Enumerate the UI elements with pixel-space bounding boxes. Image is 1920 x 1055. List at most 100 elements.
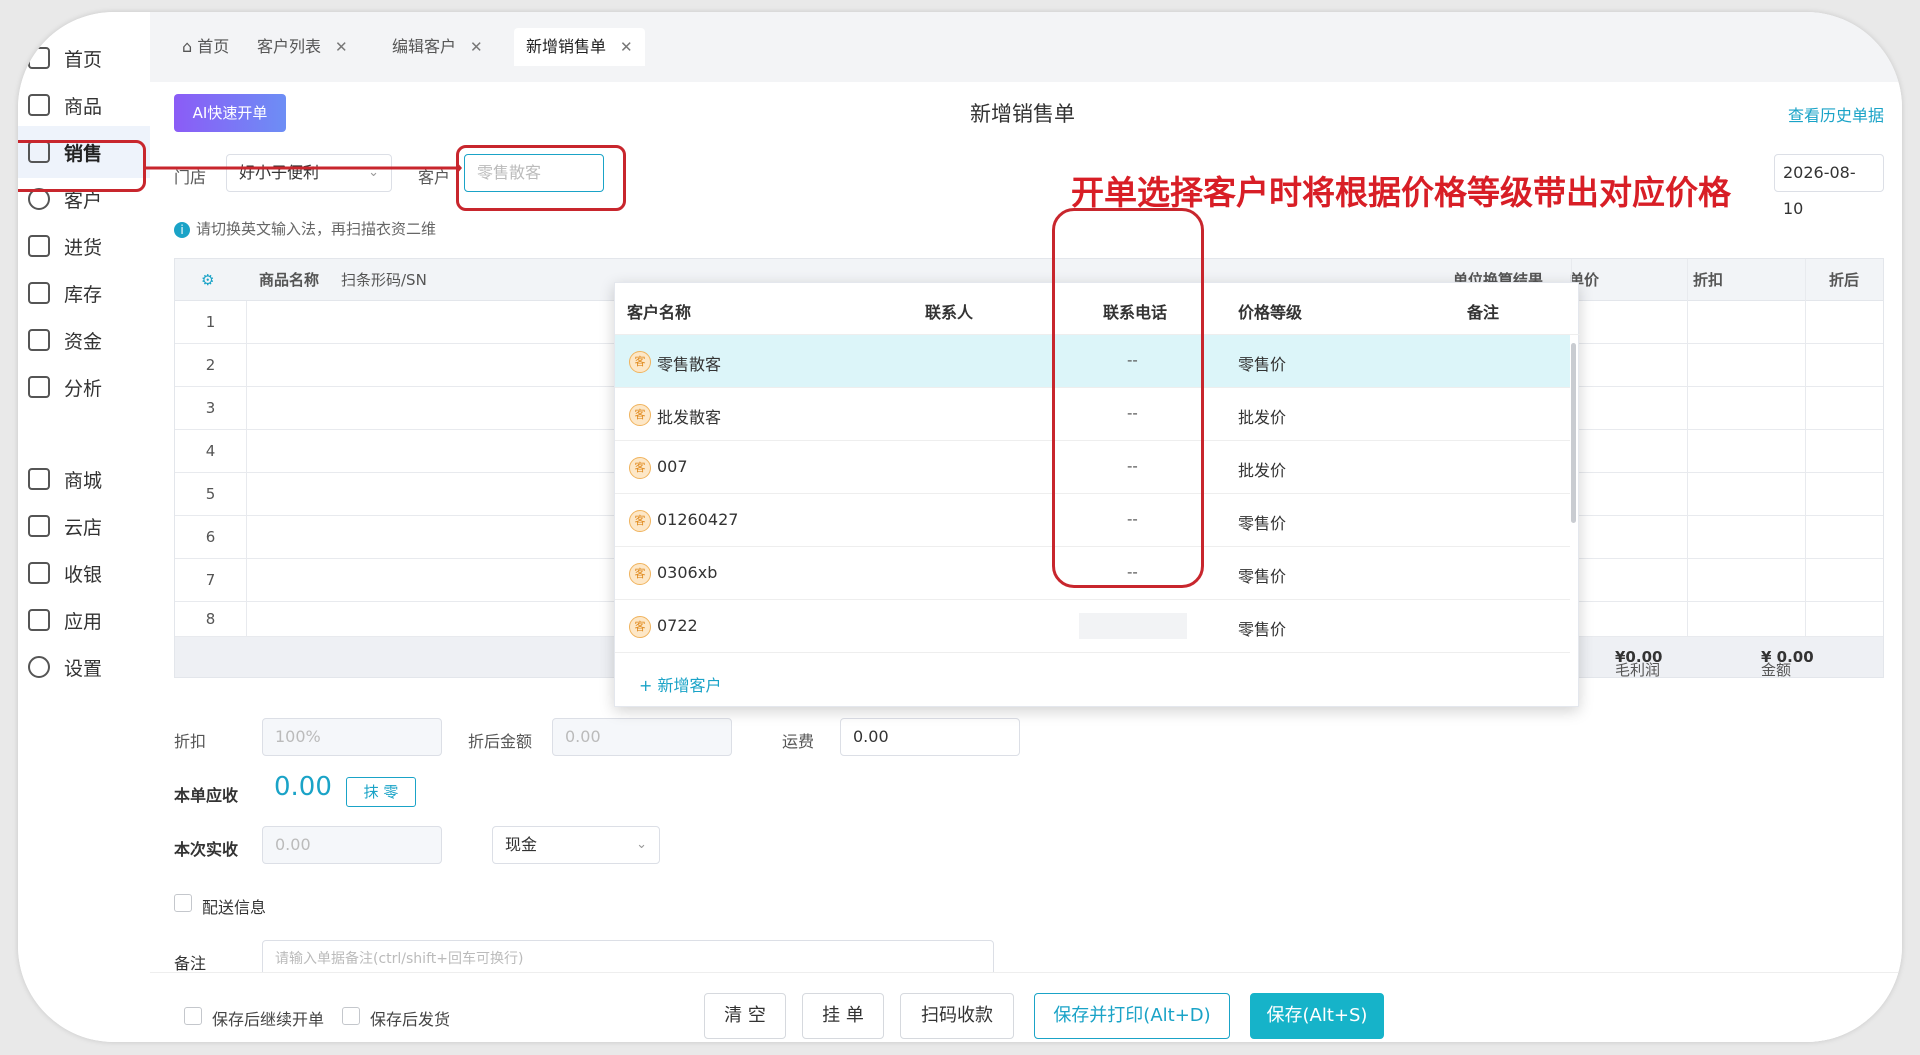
warehouse-icon bbox=[28, 282, 50, 304]
after-discount-label: 折后金额 bbox=[468, 732, 533, 751]
ship-label: 保存后发货 bbox=[370, 1010, 451, 1029]
chevron-down-icon: ⌄ bbox=[636, 837, 647, 852]
col-price-level: 价格等级 bbox=[1238, 303, 1303, 322]
dropdown-scrollbar[interactable] bbox=[1571, 343, 1576, 523]
row-number: 1 bbox=[175, 301, 247, 344]
remark-label: 备注 bbox=[174, 954, 207, 973]
sidebar-item-label: 收银 bbox=[64, 564, 103, 586]
footer-bar: 保存后继续开单 保存后发货 清 空 挂 单 扫码收款 保存并打印(Alt+D) … bbox=[150, 972, 1902, 1042]
customer-name: 零售散客 bbox=[657, 355, 722, 374]
add-customer-link[interactable]: + 新增客户 bbox=[639, 672, 722, 696]
date-input[interactable]: 2026-08-10 bbox=[1774, 154, 1884, 218]
notice-text: 请切换英文输入法，再扫描衣资二维 bbox=[196, 220, 437, 238]
customer-name: 0722 bbox=[657, 616, 698, 635]
scan-pay-button[interactable]: 扫码收款 bbox=[900, 993, 1014, 1039]
customer-name: 0306xb bbox=[657, 563, 718, 582]
tab-bar: ⌂ 首页 客户列表 ✕ 编辑客户 ✕ 新增销售单 ✕ bbox=[150, 12, 1902, 82]
price-level-highlight-box bbox=[1052, 208, 1204, 588]
tab-label: 客户列表 bbox=[257, 37, 322, 56]
apps-icon bbox=[28, 609, 50, 631]
cloud-store-icon bbox=[28, 515, 50, 537]
profit-label: 毛利润 bbox=[1615, 661, 1661, 679]
sidebar-item-label: 商品 bbox=[64, 96, 103, 118]
amount-summary: 金额 ¥ 0.00 bbox=[1761, 648, 1814, 679]
customer-price-level: 零售价 bbox=[1238, 514, 1287, 533]
customer-input-highlight-box bbox=[456, 145, 626, 211]
ai-quick-order-button[interactable]: AI快速开单 bbox=[174, 94, 286, 132]
sidebar-item-mall[interactable]: 商城 bbox=[18, 453, 150, 505]
close-icon[interactable]: ✕ bbox=[470, 38, 483, 56]
tab-new-sales-order[interactable]: 新增销售单 ✕ bbox=[514, 28, 645, 66]
close-icon[interactable]: ✕ bbox=[335, 38, 348, 56]
row-number: 2 bbox=[175, 344, 247, 387]
col-remark: 备注 bbox=[1467, 303, 1500, 322]
page-title: 新增销售单 bbox=[970, 102, 1075, 126]
tab-edit-customer[interactable]: 编辑客户 ✕ bbox=[380, 28, 495, 66]
customer-phone bbox=[1079, 613, 1187, 639]
discount-input[interactable]: 100% bbox=[262, 718, 442, 756]
goods-icon bbox=[28, 94, 50, 116]
sidebar-item-cloud-store[interactable]: 云店 bbox=[18, 500, 150, 552]
chart-icon bbox=[28, 376, 50, 398]
sidebar-item-label: 首页 bbox=[64, 49, 103, 71]
customer-badge-icon: 客 bbox=[629, 351, 651, 373]
sidebar-item-label: 应用 bbox=[64, 611, 103, 633]
cashier-icon bbox=[28, 562, 50, 584]
tab-label: 首页 bbox=[197, 37, 230, 56]
delivery-checkbox[interactable] bbox=[174, 894, 192, 912]
customer-badge-icon: 客 bbox=[629, 457, 651, 479]
customer-badge-icon: 客 bbox=[629, 404, 651, 426]
row-number: 4 bbox=[175, 430, 247, 473]
sidebar-item-label: 商城 bbox=[64, 470, 103, 492]
sidebar-item-goods[interactable]: 商品 bbox=[18, 79, 150, 131]
clear-button[interactable]: 清 空 bbox=[704, 993, 786, 1039]
sidebar-item-home[interactable]: 首页 bbox=[18, 32, 150, 84]
sidebar-item-label: 云店 bbox=[64, 517, 103, 539]
payment-method-select[interactable]: 现金 ⌄ bbox=[492, 826, 660, 864]
received-input[interactable]: 0.00 bbox=[262, 826, 442, 864]
payment-method-value: 现金 bbox=[505, 835, 538, 854]
tab-home[interactable]: ⌂ 首页 bbox=[170, 28, 241, 66]
info-icon: i bbox=[174, 222, 190, 238]
profit-summary: 毛利润 ¥0.00 bbox=[1615, 648, 1662, 679]
sidebar-item-settings[interactable]: 设置 bbox=[18, 641, 150, 693]
purchase-icon bbox=[28, 235, 50, 257]
save-button[interactable]: 保存(Alt+S) bbox=[1250, 993, 1384, 1039]
tab-label: 新增销售单 bbox=[526, 37, 607, 56]
customer-badge-icon: 客 bbox=[629, 616, 651, 638]
round-off-button[interactable]: 抹 零 bbox=[346, 777, 416, 807]
history-link[interactable]: 查看历史单据 bbox=[1788, 102, 1884, 126]
sidebar-item-cashier[interactable]: 收银 bbox=[18, 547, 150, 599]
sidebar-item-funds[interactable]: 资金 bbox=[18, 314, 150, 366]
sidebar-item-label: 进货 bbox=[64, 237, 103, 259]
sidebar-item-purchase[interactable]: 进货 bbox=[18, 220, 150, 272]
sidebar-item-apps[interactable]: 应用 bbox=[18, 594, 150, 646]
sidebar-item-label: 分析 bbox=[64, 378, 103, 400]
customer-name: 007 bbox=[657, 457, 688, 476]
annotation-text: 开单选择客户时将根据价格等级带出对应价格 bbox=[1071, 173, 1731, 212]
customer-price-level: 批发价 bbox=[1238, 408, 1287, 427]
after-discount-input[interactable]: 0.00 bbox=[552, 718, 732, 756]
wallet-icon bbox=[28, 329, 50, 351]
hold-button[interactable]: 挂 单 bbox=[802, 993, 884, 1039]
close-icon[interactable]: ✕ bbox=[620, 38, 633, 56]
sidebar-item-analysis[interactable]: 分析 bbox=[18, 361, 150, 413]
home-icon: ⌂ bbox=[182, 37, 198, 56]
row-number: 5 bbox=[175, 473, 247, 516]
gear-icon[interactable]: ⚙ bbox=[201, 259, 214, 301]
col-scan-barcode[interactable]: 扫条形码/SN bbox=[341, 259, 427, 301]
ship-checkbox[interactable] bbox=[342, 1007, 360, 1025]
col-product-name: 商品名称 bbox=[259, 271, 320, 289]
tab-customer-list[interactable]: 客户列表 ✕ bbox=[245, 28, 360, 66]
save-print-button[interactable]: 保存并打印(Alt+D) bbox=[1034, 993, 1230, 1039]
amount-label: 金额 bbox=[1761, 661, 1792, 679]
freight-input[interactable]: 0.00 bbox=[840, 718, 1020, 756]
customer-option[interactable]: 客 0722 零售价 bbox=[615, 600, 1570, 653]
app-window: 首页 商品 销售 客户 进货 库存 资金 分析 商城 云店 收银 应用 设置 ⌂… bbox=[18, 12, 1902, 1042]
continue-checkbox[interactable] bbox=[184, 1007, 202, 1025]
col-after-discount: 折后 bbox=[1829, 271, 1860, 289]
received-label: 本次实收 bbox=[174, 840, 239, 859]
discount-label: 折扣 bbox=[174, 732, 207, 751]
customer-name: 01260427 bbox=[657, 510, 739, 529]
sidebar-item-stock[interactable]: 库存 bbox=[18, 267, 150, 319]
